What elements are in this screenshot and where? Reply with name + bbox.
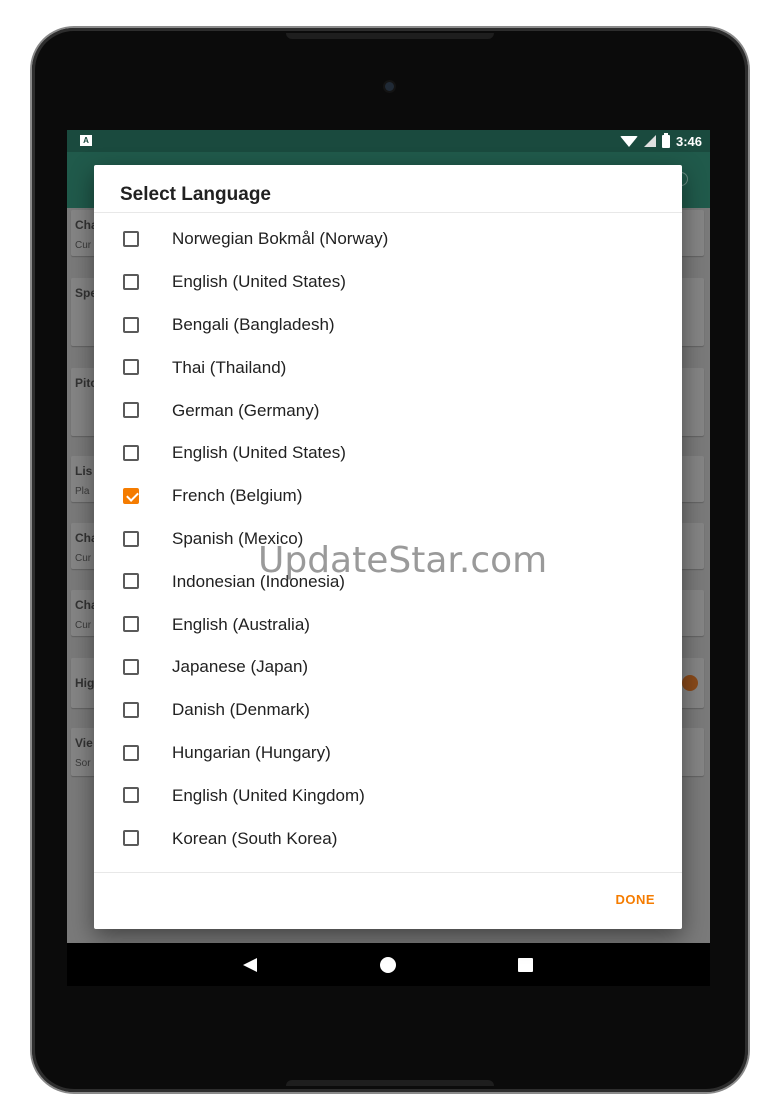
language-label: Norwegian Bokmål (Norway) [172,229,389,249]
language-option[interactable]: English (United Kingdom) [94,774,682,817]
dialog-title: Select Language [120,184,271,205]
bezel-top [286,33,494,39]
checkbox-checked[interactable] [123,487,139,504]
status-icons: 3:46 [619,130,702,152]
language-option[interactable]: Korean (South Korea) [94,817,682,860]
language-option[interactable]: French (Belgium) [94,475,682,518]
notification-icon: A [80,135,92,146]
status-time: 3:46 [675,133,702,149]
card-subtitle: Cur [75,240,92,251]
checkbox-unchecked[interactable] [123,616,139,633]
language-label: Japanese (Japan) [172,657,309,677]
language-option[interactable]: Hungarian (Hungary) [94,732,682,775]
checkbox-unchecked[interactable] [123,231,139,247]
front-camera [385,82,394,91]
language-label: Thai (Thailand) [172,357,287,377]
language-option[interactable]: English (United States) [94,432,682,475]
divider [94,212,682,213]
language-label: Hungarian (Hungary) [172,742,331,762]
language-list: Norwegian Bokmål (Norway) English (United… [94,218,682,860]
card-subtitle: Cur [75,553,92,564]
recent-apps-icon[interactable] [518,958,533,972]
language-label: English (United States) [172,272,346,292]
card-subtitle: Sor [75,758,91,769]
cell-signal-icon [643,135,656,147]
language-label: German (Germany) [172,400,320,420]
checkbox-unchecked[interactable] [123,573,139,590]
language-option[interactable]: English (United States) [94,261,682,304]
checkbox-unchecked[interactable] [123,658,139,675]
checkbox-unchecked[interactable] [123,530,139,547]
language-option[interactable]: Bengali (Bangladesh) [94,304,682,347]
language-label: English (United States) [172,443,346,463]
checkbox-unchecked[interactable] [123,701,139,718]
card-title: Lis [75,464,93,478]
language-label: English (Australia) [172,614,310,634]
toggle-switch[interactable] [682,675,698,691]
language-option[interactable]: Danish (Denmark) [94,689,682,732]
back-icon[interactable] [243,958,257,972]
language-label: Bengali (Bangladesh) [172,314,335,334]
card-title: Vie [75,736,93,750]
checkbox-unchecked[interactable] [123,273,139,290]
checkbox-unchecked[interactable] [123,744,139,761]
wifi-icon [619,135,638,147]
navigation-bar [67,943,710,986]
watermark: UpdateStar.com [258,540,548,581]
home-icon[interactable] [380,957,396,973]
divider [94,872,682,873]
language-label: Korean (South Korea) [172,828,338,848]
done-button[interactable]: DONE [615,892,655,907]
card-subtitle: Cur [75,620,92,631]
checkbox-unchecked[interactable] [123,316,139,333]
checkbox-unchecked[interactable] [123,830,139,847]
battery-icon [661,132,670,148]
checkbox-unchecked[interactable] [123,359,139,376]
checkbox-unchecked[interactable] [123,402,139,419]
bezel-bottom [286,1080,494,1086]
checkbox-unchecked[interactable] [123,787,139,804]
language-label: Danish (Denmark) [172,700,310,720]
status-bar: A 3:46 [67,130,710,152]
checkbox-unchecked[interactable] [123,444,139,461]
language-option[interactable]: Japanese (Japan) [94,646,682,689]
language-option[interactable]: English (Australia) [94,603,682,646]
card-title: Hig [75,676,95,690]
language-option[interactable]: Norwegian Bokmål (Norway) [94,218,682,261]
card-subtitle: Pla [75,486,90,497]
language-option[interactable]: Thai (Thailand) [94,346,682,389]
language-option[interactable]: German (Germany) [94,389,682,432]
language-label: English (United Kingdom) [172,785,365,805]
language-label: French (Belgium) [172,486,303,506]
